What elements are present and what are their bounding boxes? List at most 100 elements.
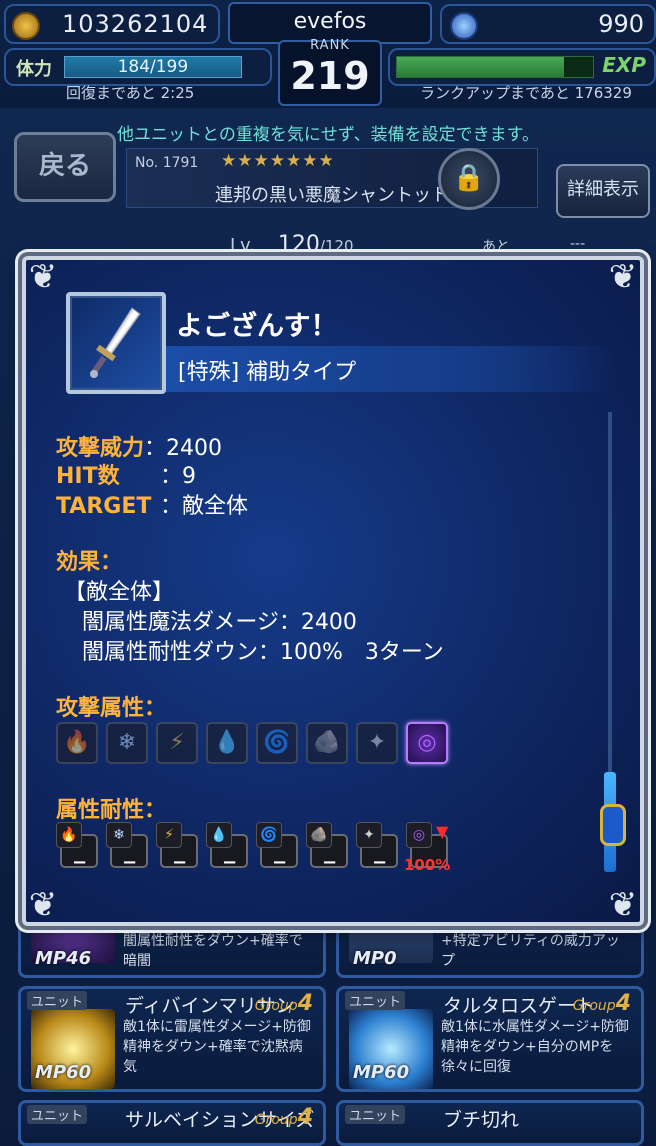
ice-element-icon: ❄ bbox=[106, 722, 148, 764]
fire-resist: 🔥 − bbox=[56, 822, 98, 876]
stat-value: 敵全体 bbox=[182, 494, 249, 519]
level-value: 120 bbox=[277, 232, 320, 257]
stat-target: TARGET ：敵全体 bbox=[56, 494, 249, 519]
skill-desc: 闇属性耐性をダウン+確率で暗闇 bbox=[123, 933, 303, 969]
exp-gauge: EXP bbox=[388, 48, 656, 86]
lapis-crystal-icon bbox=[450, 12, 478, 40]
back-button[interactable]: 戻る bbox=[14, 132, 116, 202]
ability-type-band: [特殊] 補助タイプ bbox=[164, 346, 616, 392]
stamina-gauge: 体力 184/199 bbox=[4, 48, 272, 86]
effect-label: 効果： bbox=[56, 550, 123, 575]
exp-bar-fill bbox=[397, 57, 564, 77]
ability-type: [特殊] 補助タイプ bbox=[178, 360, 357, 385]
water-resist: 💧 − bbox=[206, 822, 248, 876]
ability-title: よござんす！ bbox=[176, 311, 338, 342]
skill-tag: ユニット bbox=[27, 1105, 88, 1124]
light-element-icon: ✦ bbox=[356, 722, 398, 764]
skill-card[interactable]: ユニット タルタロスゲート Group4 敵1体に水属性ダメージ+防御精神をダウ… bbox=[336, 986, 644, 1092]
lock-icon[interactable]: 🔒 bbox=[438, 148, 500, 210]
gil-counter: 103262104 bbox=[4, 4, 220, 44]
skill-group: Group4 bbox=[572, 991, 631, 1016]
resist-value: − bbox=[122, 852, 138, 873]
earth-element-icon: 🪨 bbox=[306, 822, 332, 848]
ice-resist: ❄ − bbox=[106, 822, 148, 876]
level-label: Lv. bbox=[230, 235, 256, 256]
crystal-counter: 990 bbox=[440, 4, 656, 44]
ability-detail-dialog[interactable]: ❦ ❦ ❦ ❦ [特殊] 補助タイプ よござんす！ 攻撃威力：2400 HIT数… bbox=[22, 256, 644, 926]
earth-resist: 🪨 − bbox=[306, 822, 348, 876]
remaining-value: --- bbox=[570, 236, 586, 252]
rank-box: RANK 219 bbox=[278, 38, 382, 106]
stat-value: 9 bbox=[182, 464, 197, 489]
thunder-element-icon: ⚡ bbox=[156, 822, 182, 848]
rank-value: 219 bbox=[290, 54, 370, 98]
attack-element-label: 攻撃属性： bbox=[56, 696, 167, 721]
down-arrow-icon: ▼ bbox=[436, 822, 449, 841]
status-bar: 103262104 evefos 990 RANK 219 体力 184/199… bbox=[0, 0, 656, 110]
crystal-value: 990 bbox=[598, 10, 644, 38]
skill-card[interactable]: ユニット ディバインマリサン Group4 敵1体に雷属性ダメージ+防御精神をダ… bbox=[18, 986, 326, 1092]
resist-value: 100% bbox=[404, 856, 451, 874]
gil-value: 103262104 bbox=[62, 10, 209, 38]
skill-group: Group4 bbox=[254, 1105, 313, 1130]
attack-element-row: 🔥 ❄ ⚡ 💧 🌀 🪨 ✦ ◎ bbox=[56, 722, 476, 766]
level-row: Lv. 120/120 bbox=[230, 232, 354, 257]
scrollbar-knob[interactable] bbox=[600, 804, 626, 846]
thunder-element-icon: ⚡ bbox=[156, 722, 198, 764]
skill-tag: ユニット bbox=[345, 991, 406, 1010]
effect-line: 闇属性耐性ダウン：100% 3ターン bbox=[82, 640, 444, 665]
light-element-icon: ✦ bbox=[356, 822, 382, 848]
fire-element-icon: 🔥 bbox=[56, 822, 82, 848]
player-name: evefos bbox=[293, 9, 367, 34]
wind-resist: 🌀 − bbox=[256, 822, 298, 876]
dagger-icon bbox=[66, 292, 166, 394]
gil-coin-icon bbox=[12, 12, 40, 40]
skill-card[interactable]: ユニット サルベイションサイズ Group4 bbox=[18, 1100, 326, 1146]
skill-card[interactable]: ユニット ブチ切れ bbox=[336, 1100, 644, 1146]
wind-element-icon: 🌀 bbox=[256, 822, 282, 848]
resist-row: 🔥 − ❄ − ⚡ − 💧 − 🌀 − 🪨 − ✦ − ◎ ▼ 100% bbox=[56, 822, 476, 882]
light-resist: ✦ − bbox=[356, 822, 398, 876]
ice-element-icon: ❄ bbox=[106, 822, 132, 848]
earth-element-icon: 🪨 bbox=[306, 722, 348, 764]
skill-desc: 敵1体に水属性ダメージ+防御精神をダウン+自分のMPを徐々に回復 bbox=[441, 1019, 629, 1075]
stat-label: TARGET bbox=[56, 494, 152, 519]
stat-hits: HIT数 ：9 bbox=[56, 458, 196, 490]
stamina-value: 184/199 bbox=[117, 57, 189, 77]
resist-value: − bbox=[272, 852, 288, 873]
dark-element-icon: ◎ bbox=[406, 822, 432, 848]
wind-element-icon: 🌀 bbox=[256, 722, 298, 764]
resist-value: − bbox=[322, 852, 338, 873]
resist-value: − bbox=[372, 852, 388, 873]
stamina-bar: 184/199 bbox=[64, 56, 242, 78]
resist-value: − bbox=[172, 852, 188, 873]
rankup-remaining: ランクアップまであと 176329 bbox=[420, 84, 632, 102]
water-element-icon: 💧 bbox=[206, 822, 232, 848]
water-element-icon: 💧 bbox=[206, 722, 248, 764]
skill-mp: MP0 bbox=[353, 948, 397, 969]
skill-mp: MP60 bbox=[353, 1062, 410, 1083]
skill-tag: ユニット bbox=[27, 991, 88, 1010]
dark-element-icon: ◎ bbox=[406, 722, 448, 764]
skill-tag: ユニット bbox=[345, 1105, 406, 1124]
back-button-label: 戻る bbox=[38, 151, 91, 181]
detail-button-label: 詳細表示 bbox=[567, 179, 639, 200]
level-max: /120 bbox=[319, 237, 354, 255]
skill-group: Group4 bbox=[254, 991, 313, 1016]
ornament-corner: ❦ bbox=[28, 885, 58, 925]
ornament-corner: ❦ bbox=[28, 257, 58, 297]
remaining-label: あと bbox=[482, 239, 510, 255]
fire-element-icon: 🔥 bbox=[56, 722, 98, 764]
exp-label: EXP bbox=[602, 53, 646, 77]
skill-desc: +特定アビリティの威力アップ bbox=[441, 933, 620, 969]
exp-bar bbox=[396, 56, 594, 78]
unit-rarity-stars: ★★★★★★★ bbox=[221, 151, 335, 171]
resist-label: 属性耐性： bbox=[56, 798, 167, 823]
dark-resist: ◎ ▼ 100% bbox=[404, 822, 450, 876]
detail-button[interactable]: 詳細表示 bbox=[556, 164, 650, 218]
thunder-resist: ⚡ − bbox=[156, 822, 198, 876]
skill-mp: MP60 bbox=[35, 1062, 92, 1083]
effect-target: 【敵全体】 bbox=[64, 580, 175, 605]
skill-mp: MP46 bbox=[35, 948, 92, 969]
ornament-corner: ❦ bbox=[608, 885, 638, 925]
